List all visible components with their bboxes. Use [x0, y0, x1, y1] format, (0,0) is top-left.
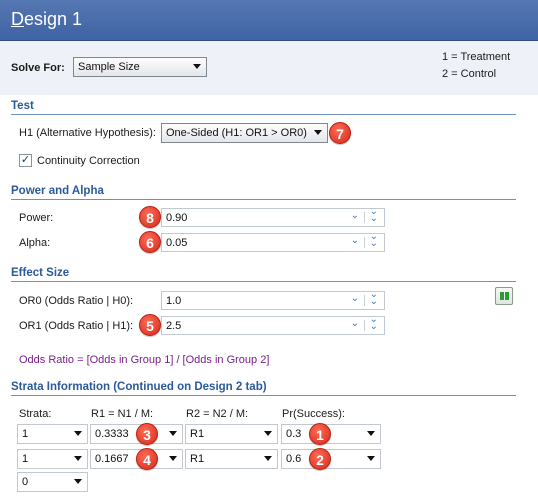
- chevron-down-icon: [169, 456, 177, 461]
- divider: [364, 237, 365, 248]
- column-header-pr-success: Pr(Success):: [282, 408, 345, 420]
- or0-input[interactable]: 1.0 ⌄ ⌄ ⌄: [161, 290, 385, 310]
- callout-badge-8: 8: [139, 206, 161, 228]
- chevron-down-icon: [264, 456, 272, 461]
- strata-select[interactable]: 0: [17, 472, 88, 492]
- section-divider: [11, 395, 516, 396]
- section-divider: [11, 199, 516, 200]
- pr-success-select[interactable]: 0.6: [281, 449, 381, 469]
- chevron-down-icon: [193, 64, 201, 69]
- chevron-down-icon: [74, 479, 82, 484]
- section-strata-heading: Strata Information (Continued on Design …: [11, 381, 267, 393]
- column-header-r1: R1 = N1 / M:: [91, 408, 154, 420]
- callout-badge-6: 6: [139, 231, 161, 253]
- pr-success-value: 0.6: [286, 453, 302, 465]
- divider: [364, 212, 365, 223]
- chevron-down-icon: [74, 431, 82, 436]
- alpha-value: 0.05: [166, 237, 188, 249]
- callout-badge-1: 1: [309, 423, 331, 445]
- section-power-alpha-heading: Power and Alpha: [11, 185, 104, 197]
- r1-value: 0.1667: [95, 453, 129, 465]
- double-chevron-down-icon[interactable]: ⌄ ⌄: [370, 232, 378, 249]
- section-divider: [11, 114, 516, 115]
- callout-badge-2: 2: [309, 448, 331, 470]
- pr-success-select[interactable]: 0.3: [281, 424, 381, 444]
- window-title-bar: Design 1: [0, 0, 538, 41]
- alpha-label: Alpha:: [19, 237, 51, 249]
- or0-label: OR0 (Odds Ratio | H0):: [19, 295, 134, 307]
- or0-value: 1.0: [166, 295, 182, 307]
- double-chevron-down-icon[interactable]: ⌄ ⌄: [370, 315, 378, 332]
- chevron-down-icon: [367, 431, 375, 436]
- strata-value: 0: [22, 476, 29, 488]
- callout-badge-7: 7: [329, 122, 351, 144]
- h1-label: H1 (Alternative Hypothesis):: [19, 127, 156, 139]
- r2-select[interactable]: R1: [185, 424, 278, 444]
- legend-control: 2 = Control: [442, 68, 497, 80]
- continuity-correction-checkbox[interactable]: ✓: [19, 154, 32, 167]
- r2-select[interactable]: R1: [185, 449, 278, 469]
- continuity-correction-label: Continuity Correction: [37, 155, 140, 167]
- chevron-down-icon: [314, 130, 322, 135]
- legend-treatment: 1 = Treatment: [442, 51, 511, 63]
- solve-for-label: Solve For:: [11, 62, 65, 74]
- strata-value: 1: [22, 453, 29, 465]
- h1-value: One-Sided (H1: OR1 > OR0): [166, 127, 307, 139]
- callout-badge-3: 3: [136, 423, 158, 445]
- chevron-down-icon[interactable]: ⌄: [351, 235, 359, 246]
- divider: [364, 295, 365, 306]
- callout-badge-5: 5: [139, 314, 161, 336]
- strata-value: 1: [22, 428, 29, 440]
- chevron-down-icon[interactable]: ⌄: [351, 318, 359, 329]
- double-chevron-down-icon[interactable]: ⌄ ⌄: [370, 290, 378, 307]
- solve-for-bar: Solve For: Sample Size 1 = Treatment 2 =…: [0, 41, 538, 95]
- chevron-down-icon[interactable]: ⌄: [351, 293, 359, 304]
- strata-select[interactable]: 1: [17, 424, 88, 444]
- callout-badge-4: 4: [136, 448, 158, 470]
- alpha-input[interactable]: 0.05 ⌄ ⌄ ⌄: [161, 232, 385, 252]
- column-header-r2: R2 = N2 / M:: [186, 408, 249, 420]
- solve-for-select[interactable]: Sample Size: [73, 57, 207, 77]
- double-chevron-down-icon[interactable]: ⌄ ⌄: [370, 207, 378, 224]
- chevron-down-icon: [367, 456, 375, 461]
- section-test-heading: Test: [11, 100, 34, 112]
- section-divider: [11, 281, 516, 282]
- r2-value: R1: [190, 453, 205, 465]
- chevron-down-icon[interactable]: ⌄: [351, 210, 359, 221]
- odds-ratio-note: Odds Ratio = [Odds in Group 1] / [Odds i…: [19, 354, 270, 366]
- divider: [364, 320, 365, 331]
- section-effect-size-heading: Effect Size: [11, 267, 70, 279]
- column-header-strata: Strata:: [19, 408, 52, 420]
- strata-select[interactable]: 1: [17, 449, 88, 469]
- window-title: Design 1: [11, 9, 83, 29]
- r1-value: 0.3333: [95, 428, 129, 440]
- or1-label: OR1 (Odds Ratio | H1):: [19, 320, 134, 332]
- chevron-down-icon: [169, 431, 177, 436]
- power-label: Power:: [19, 212, 54, 224]
- or1-input[interactable]: 2.5 ⌄ ⌄ ⌄: [161, 315, 385, 335]
- power-input[interactable]: 0.90 ⌄ ⌄ ⌄: [161, 207, 385, 227]
- r2-value: R1: [190, 428, 205, 440]
- or1-value: 2.5: [166, 320, 182, 332]
- chevron-down-icon: [74, 456, 82, 461]
- chevron-down-icon: [264, 431, 272, 436]
- pr-success-value: 0.3: [286, 428, 302, 440]
- power-value: 0.90: [166, 212, 188, 224]
- solve-for-value: Sample Size: [78, 61, 140, 73]
- pause-icon[interactable]: [495, 287, 513, 305]
- h1-hypothesis-select[interactable]: One-Sided (H1: OR1 > OR0): [161, 123, 328, 143]
